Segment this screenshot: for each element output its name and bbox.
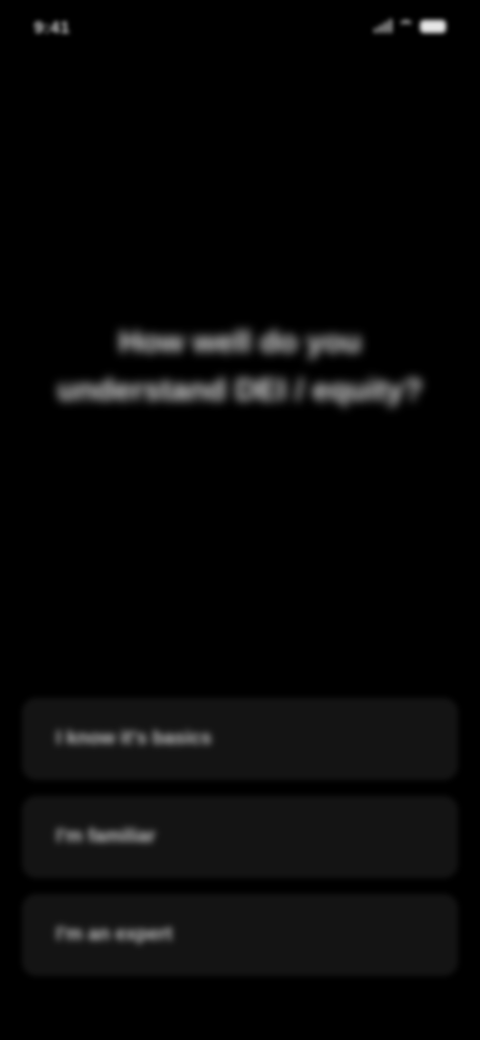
wifi-icon — [398, 20, 414, 32]
answer-option-label: I'm an expert — [56, 924, 173, 945]
answer-option-label: I'm familiar — [56, 826, 156, 847]
answer-options: I know it's basics I'm familiar I'm an e… — [22, 698, 458, 976]
answer-option-basics[interactable]: I know it's basics — [22, 698, 458, 780]
battery-icon — [420, 19, 446, 33]
question-title: How well do you understand DEI / equity? — [57, 324, 423, 407]
status-icons — [374, 19, 446, 33]
answer-option-expert[interactable]: I'm an expert — [22, 894, 458, 976]
status-time: 9:41 — [34, 18, 71, 37]
cellular-signal-icon — [374, 19, 392, 33]
status-bar: 9:41 — [0, 0, 480, 60]
answer-option-label: I know it's basics — [56, 728, 212, 749]
answer-option-familiar[interactable]: I'm familiar — [22, 796, 458, 878]
